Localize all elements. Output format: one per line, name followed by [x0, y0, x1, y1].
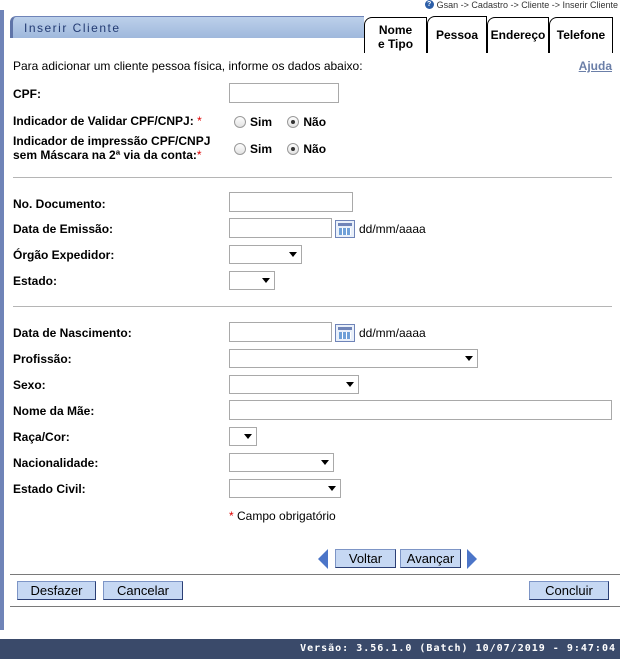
breadcrumb: ? Gsan -> Cadastro -> Cliente -> Inserir … — [424, 0, 618, 10]
version-footer: Versão: 3.56.1.0 (Batch) 10/07/2019 - 9:… — [0, 639, 620, 659]
impressao-radio-group: Sim Não — [234, 142, 326, 156]
mandatory-note: * Campo obrigatório — [229, 509, 336, 523]
sexo-label: Sexo: — [13, 378, 46, 392]
tab-nome-e-tipo[interactable]: Nome e Tipo — [364, 17, 427, 53]
estado-label: Estado: — [13, 274, 58, 288]
nascimento-label: Data de Nascimento: — [13, 326, 132, 340]
estado-civil-label: Estado Civil: — [13, 482, 86, 496]
tab-endereco[interactable]: Endereço — [487, 17, 549, 53]
mae-label: Nome da Mãe: — [13, 404, 95, 418]
sexo-select[interactable] — [229, 375, 359, 394]
back-arrow-icon[interactable] — [318, 549, 328, 569]
chevron-down-icon — [262, 278, 270, 283]
divider — [10, 606, 620, 607]
documento-input[interactable] — [229, 192, 353, 212]
impressao-label: Indicador de impressão CPF/CNPJ sem Másc… — [13, 134, 210, 162]
mandatory-note-text: Campo obrigatório — [233, 509, 336, 523]
page-title: Inserir Cliente — [24, 21, 121, 35]
help-icon[interactable]: ? — [424, 0, 434, 9]
tab-label: Telefone — [556, 28, 606, 42]
calendar-icon[interactable] — [335, 220, 355, 238]
divider — [10, 574, 620, 575]
breadcrumb-text: Gsan -> Cadastro -> Cliente -> Inserir C… — [436, 0, 618, 10]
cancelar-button[interactable]: Cancelar — [103, 581, 183, 600]
tab-label: Nome — [378, 23, 413, 37]
tab-label: Endereço — [490, 28, 546, 42]
radio-label: Sim — [250, 115, 273, 129]
raca-label: Raça/Cor: — [13, 430, 70, 444]
estado-civil-select[interactable] — [229, 479, 341, 498]
voltar-button[interactable]: Voltar — [335, 549, 396, 568]
chevron-down-icon — [328, 486, 336, 491]
cpf-label: CPF: — [13, 87, 41, 101]
tab-telefone[interactable]: Telefone — [549, 17, 613, 53]
tab-label: Pessoa — [435, 28, 479, 42]
concluir-button[interactable]: Concluir — [529, 581, 609, 600]
chevron-down-icon — [244, 434, 252, 439]
orgao-label: Órgão Expedidor: — [13, 248, 115, 262]
radio-label: Sim — [250, 142, 273, 156]
emissao-format-hint: dd/mm/aaaa — [359, 222, 426, 236]
impressao-sim-radio[interactable] — [234, 143, 246, 155]
impressao-label-line2: sem Máscara na 2ª via da conta: — [13, 148, 197, 162]
radio-label: Não — [303, 142, 327, 156]
nascimento-input[interactable] — [229, 322, 332, 342]
emissao-input[interactable] — [229, 218, 332, 238]
calendar-icon[interactable] — [335, 324, 355, 342]
validar-sim-radio[interactable] — [234, 116, 246, 128]
validar-label: Indicador de Validar CPF/CNPJ: * — [13, 114, 202, 128]
chevron-down-icon — [346, 382, 354, 387]
cpf-input[interactable] — [229, 83, 339, 103]
divider — [13, 306, 612, 307]
profissao-label: Profissão: — [13, 352, 72, 366]
mae-input[interactable] — [229, 400, 612, 420]
required-star: * — [197, 114, 202, 128]
impressao-label-line1: Indicador de impressão CPF/CNPJ — [13, 134, 211, 148]
validar-radio-group: Sim Não — [234, 115, 326, 129]
required-star: * — [196, 148, 202, 162]
nacionalidade-label: Nacionalidade: — [13, 456, 99, 470]
help-link[interactable]: Ajuda — [579, 59, 612, 73]
divider — [13, 177, 612, 178]
validar-label-text: Indicador de Validar CPF/CNPJ: — [13, 114, 194, 128]
raca-select[interactable] — [229, 427, 257, 446]
radio-label: Não — [303, 115, 327, 129]
tab-pessoa[interactable]: Pessoa — [427, 16, 487, 53]
emissao-label: Data de Emissão: — [13, 222, 114, 236]
desfazer-button[interactable]: Desfazer — [17, 581, 96, 600]
nascimento-format-hint: dd/mm/aaaa — [359, 326, 426, 340]
title-bar: Inserir Cliente — [10, 16, 364, 38]
profissao-select[interactable] — [229, 349, 478, 368]
validar-nao-radio[interactable] — [287, 116, 300, 128]
nacionalidade-select[interactable] — [229, 453, 334, 472]
orgao-select[interactable] — [229, 245, 302, 264]
impressao-nao-radio[interactable] — [287, 143, 300, 155]
chevron-down-icon — [465, 356, 473, 361]
chevron-down-icon — [289, 252, 297, 257]
avancar-button[interactable]: Avançar — [400, 549, 461, 568]
forward-arrow-icon[interactable] — [467, 549, 477, 569]
chevron-down-icon — [321, 460, 329, 465]
tab-label: e Tipo — [377, 37, 414, 51]
estado-select[interactable] — [229, 271, 275, 290]
documento-label: No. Documento: — [13, 197, 106, 211]
intro-text: Para adicionar um cliente pessoa física,… — [13, 59, 363, 73]
